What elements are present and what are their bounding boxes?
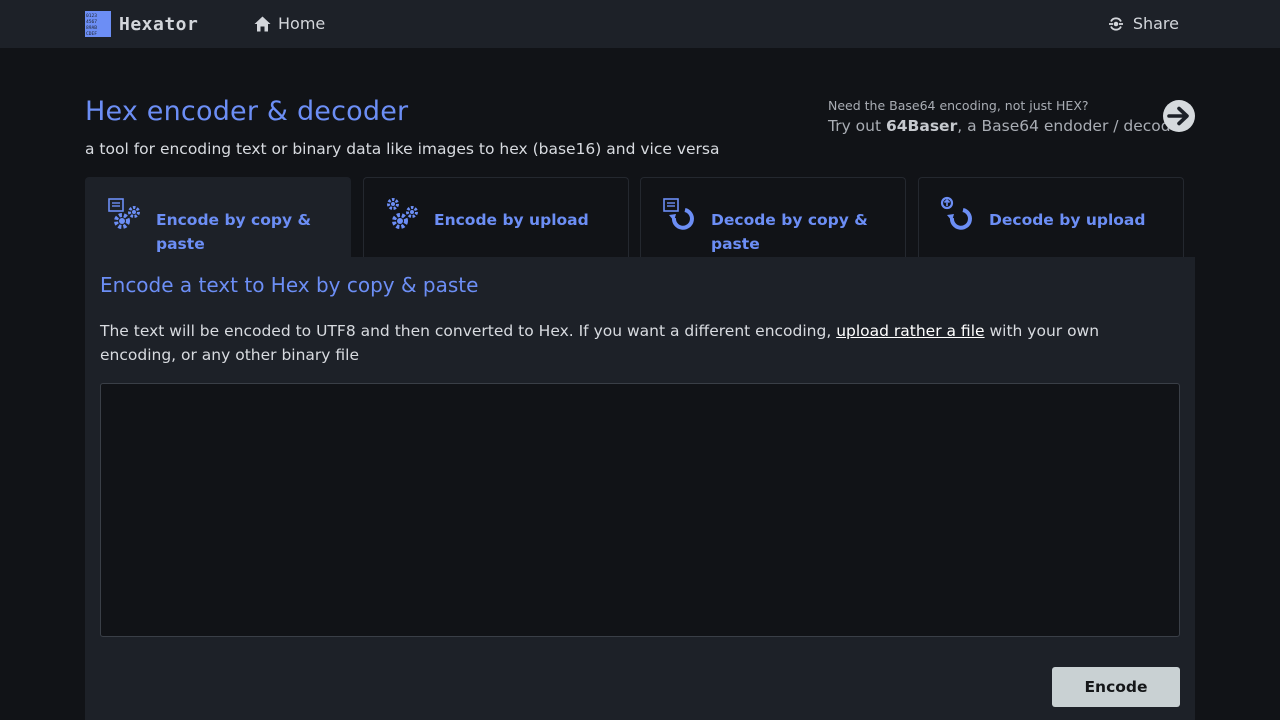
- promo-product-name[interactable]: 64Baser: [886, 117, 957, 135]
- tab-label: Decode by copy & paste: [711, 211, 868, 253]
- promo-line: Try out 64Baser, a Base64 endoder / deco…: [828, 117, 1188, 135]
- panel-description: The text will be encoded to UTF8 and the…: [100, 319, 1180, 367]
- panel-title: Encode a text to Hex by copy & paste: [100, 273, 479, 297]
- home-icon: [254, 16, 271, 31]
- tab-label: Encode by copy & paste: [156, 211, 312, 253]
- promo-prefix: Try out: [828, 117, 886, 135]
- gears-icon: [387, 198, 418, 229]
- encode-panel: Encode a text to Hex by copy & paste The…: [85, 257, 1195, 720]
- svg-text:0123: 0123: [86, 13, 97, 19]
- top-navbar: 0123 4567 89AB CDEF Hexator Home Share: [0, 0, 1280, 48]
- tab-decode-upload[interactable]: Decode by upload: [918, 177, 1184, 257]
- tab-encode-upload[interactable]: Encode by upload: [363, 177, 629, 257]
- share-icon: [1108, 16, 1123, 31]
- tab-label: Decode by upload: [989, 211, 1146, 229]
- tab-decode-copy-paste[interactable]: Decode by copy & paste: [640, 177, 906, 257]
- arrow-right-circle-icon[interactable]: [1162, 99, 1196, 133]
- tab-encode-copy-paste[interactable]: Encode by copy & paste: [85, 177, 351, 257]
- desc-text-before: The text will be encoded to UTF8 and the…: [100, 322, 837, 340]
- encode-paste-icon: [108, 198, 140, 229]
- tab-label: Encode by upload: [434, 211, 589, 229]
- upload-file-link[interactable]: upload rather a file: [836, 322, 984, 340]
- promo-question: Need the Base64 encoding, not just HEX?: [828, 98, 1089, 113]
- encode-button[interactable]: Encode: [1052, 667, 1180, 707]
- base64-promo: Need the Base64 encoding, not just HEX? …: [828, 98, 1188, 135]
- nav-home-link[interactable]: Home: [254, 14, 325, 33]
- svg-text:4567: 4567: [86, 19, 97, 25]
- brand-link[interactable]: 0123 4567 89AB CDEF Hexator: [85, 11, 198, 37]
- nav-share-label: Share: [1132, 14, 1179, 33]
- decode-paste-icon: [663, 198, 694, 230]
- nav-home-label: Home: [278, 14, 326, 33]
- brand-name: Hexator: [119, 13, 199, 35]
- text-input[interactable]: [100, 383, 1180, 637]
- page-title: Hex encoder & decoder: [85, 96, 409, 127]
- page-subtitle: a tool for encoding text or binary data …: [85, 140, 720, 158]
- promo-suffix: , a Base64 endoder / decoder: [957, 117, 1187, 135]
- decode-upload-icon: [940, 196, 972, 230]
- svg-text:89AB: 89AB: [86, 25, 97, 31]
- nav-share-link[interactable]: Share: [1108, 14, 1179, 33]
- svg-text:CDEF: CDEF: [86, 31, 97, 37]
- hexator-logo-icon: 0123 4567 89AB CDEF: [85, 11, 111, 37]
